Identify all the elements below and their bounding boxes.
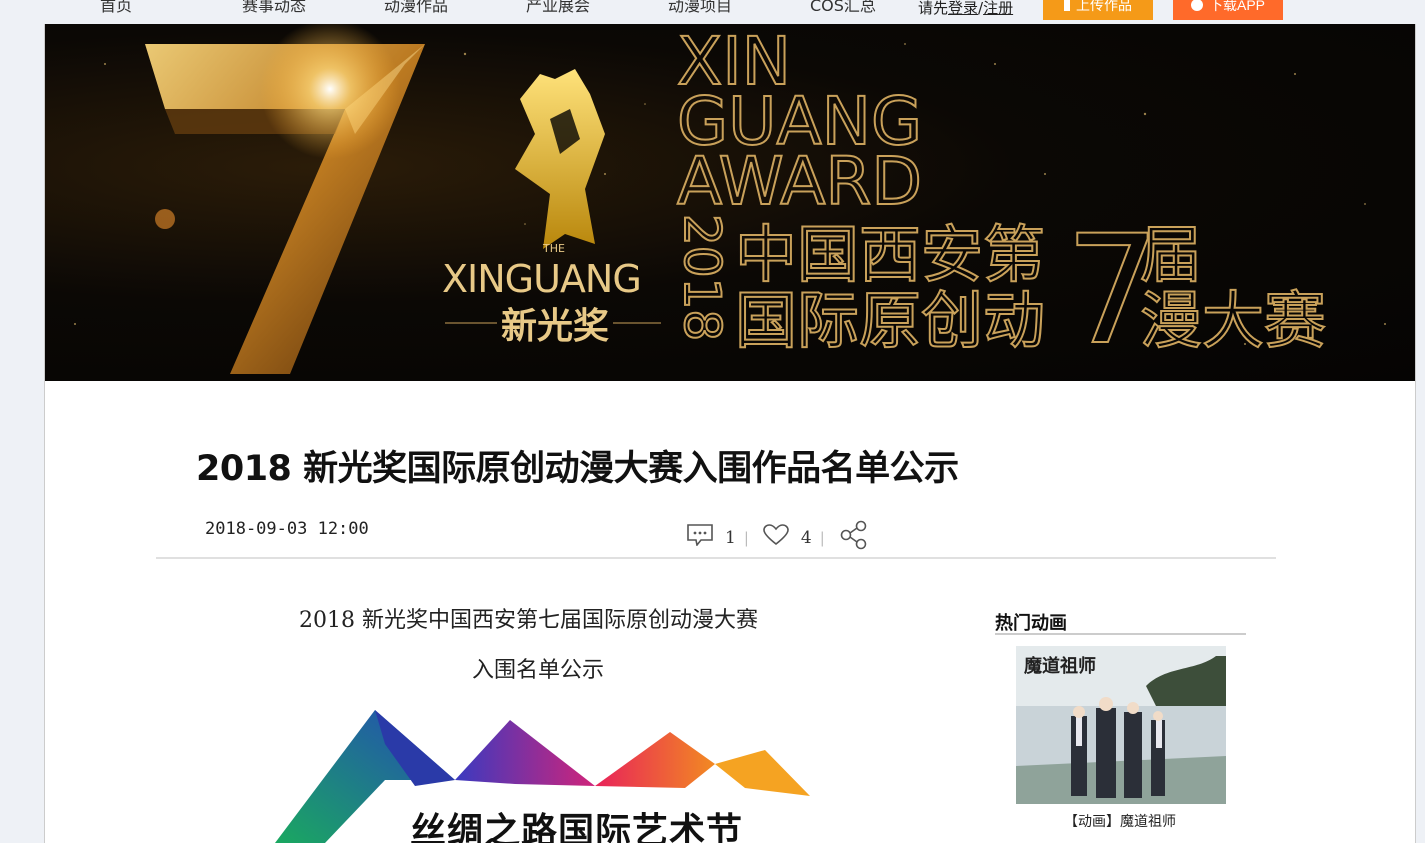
nav-item-works[interactable]: 动漫作品 bbox=[384, 0, 526, 16]
upload-label: 上传作品 bbox=[1076, 0, 1132, 13]
login-prompt: 请先登录/注册 bbox=[918, 0, 1014, 17]
comment-count: 1 bbox=[725, 527, 736, 548]
download-app-button[interactable]: 下载APP bbox=[1173, 0, 1283, 20]
upload-button[interactable]: 上传作品 bbox=[1043, 0, 1153, 20]
header-divider bbox=[156, 557, 1276, 559]
cn-line-1: 中国西安第 bbox=[735, 218, 1045, 291]
meta-separator: | bbox=[743, 528, 749, 547]
body-heading-line-2: 入围名单公示 bbox=[472, 658, 605, 683]
main-container: THE XINGUANG 新光奖 XIN GUANG AWARD 2018 中国… bbox=[44, 24, 1416, 843]
thumbnail-caption[interactable]: 【动画】魔道祖师 bbox=[1064, 811, 1176, 831]
year-text: 2018 bbox=[673, 214, 731, 341]
award-banner: THE XINGUANG 新光奖 XIN GUANG AWARD 2018 中国… bbox=[45, 24, 1415, 381]
cn-line-2: 国际原创动 bbox=[735, 284, 1045, 357]
meta-separator: | bbox=[819, 528, 825, 547]
sidebar-title: 热门动画 bbox=[995, 613, 1067, 634]
hot-animation-thumbnail[interactable]: 魔道祖师 bbox=[1016, 646, 1226, 804]
nav-item-home[interactable]: 首页 bbox=[100, 0, 242, 16]
en-line-3: AWARD bbox=[677, 143, 922, 220]
register-link[interactable]: 注册 bbox=[983, 0, 1013, 17]
article-title: 2018 新光奖国际原创动漫大赛入围作品名单公示 bbox=[196, 449, 959, 489]
lens-flare bbox=[260, 24, 400, 159]
logo-the-text: THE bbox=[542, 242, 565, 255]
comment-icon[interactable] bbox=[687, 524, 713, 551]
festival-logo-text: 丝绸之路国际艺术节 bbox=[410, 810, 744, 843]
nav-item-projects[interactable]: 动漫项目 bbox=[668, 0, 810, 16]
login-link[interactable]: 登录 bbox=[948, 0, 978, 17]
login-prefix: 请先 bbox=[918, 0, 949, 17]
share-icon[interactable] bbox=[839, 520, 869, 555]
logo-cn-text: 新光奖 bbox=[501, 306, 609, 347]
cn-right-1: 届 bbox=[1140, 218, 1202, 291]
nav-item-expo[interactable]: 产业展会 bbox=[526, 0, 668, 16]
heart-icon[interactable] bbox=[763, 524, 789, 551]
festival-logo: 丝绸之路国际艺术节 bbox=[265, 704, 825, 843]
logo-en-text: XINGUANG bbox=[442, 257, 641, 301]
sidebar-divider bbox=[995, 633, 1246, 635]
cn-right-2: 漫大赛 bbox=[1140, 284, 1326, 357]
banner-graphic: THE XINGUANG 新光奖 XIN GUANG AWARD 2018 中国… bbox=[74, 24, 1386, 379]
top-nav: 首页 赛事动态 动漫作品 产业展会 动漫项目 COS汇总 请先登录/注册 上传作… bbox=[0, 0, 1425, 24]
like-count: 4 bbox=[800, 527, 812, 548]
article-date: 2018-09-03 12:00 bbox=[205, 519, 369, 539]
star-trophy-icon bbox=[515, 69, 605, 249]
nav-menu: 首页 赛事动态 动漫作品 产业展会 动漫项目 COS汇总 bbox=[100, 0, 952, 16]
body-heading-line-1: 2018 新光奖中国西安第七届国际原创动漫大赛 bbox=[299, 608, 758, 633]
upload-icon bbox=[1064, 0, 1070, 11]
thumb-title: 魔道祖师 bbox=[1024, 655, 1096, 677]
app-label: 下载APP bbox=[1208, 0, 1265, 13]
app-icon bbox=[1190, 0, 1203, 11]
article-meta: 1 | 4 | bbox=[687, 520, 869, 555]
nav-item-news[interactable]: 赛事动态 bbox=[242, 0, 384, 16]
award-title: XIN GUANG AWARD 2018 中国西安第 国际原创动 7 届 漫大赛 bbox=[672, 24, 1327, 379]
